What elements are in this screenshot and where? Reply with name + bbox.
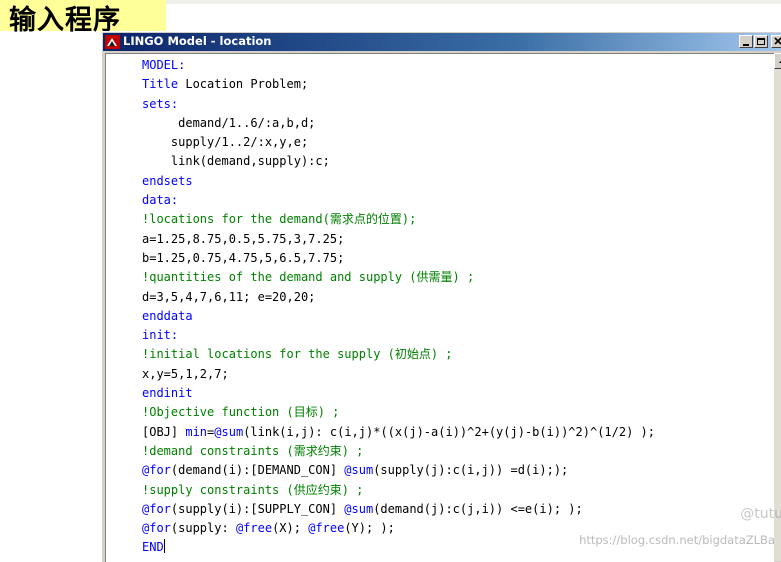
code-keyword: data:: [142, 193, 179, 208]
window-titlebar[interactable]: LINGO Model - location: [103, 33, 781, 51]
code-line: demand/1..6/:a,b,d;: [142, 114, 655, 133]
code-line: !Objective function (目标) ;: [142, 403, 655, 422]
code-text: b=1.25,0.75,4.75,5,6.5,7.75;: [142, 250, 345, 265]
code-line: !supply constraints (供应约束) ;: [142, 481, 655, 500]
code-text: (demand(i):[DEMAND_CON]: [170, 463, 345, 478]
code-text: a=1.25,8.75,0.5,5.75,3,7.25;: [142, 231, 345, 246]
code-keyword: @for: [142, 463, 171, 478]
code-keyword: MODEL:: [142, 58, 186, 72]
code-text: (supply:: [170, 521, 236, 536]
code-line: endinit: [142, 384, 655, 403]
code-line: Title Location Problem;: [142, 75, 655, 94]
code-text: (supply(j):c(i,j)) =d(i););: [373, 463, 569, 478]
code-text: (Y); );: [344, 521, 395, 536]
code-line: !initial locations for the supply (初始点) …: [142, 345, 655, 364]
slide-title-box: 输入程序: [0, 0, 166, 36]
code-line: link(demand,supply):c;: [142, 152, 655, 171]
code-line: data:: [142, 191, 655, 210]
code-comment: !initial locations for the supply (初始点) …: [142, 347, 453, 362]
code-line: !quantities of the demand and supply (供需…: [142, 268, 655, 287]
code-text: x,y=5,1,2,7;: [142, 366, 229, 381]
code-keyword: @for: [142, 501, 171, 516]
vertical-scrollbar[interactable]: [774, 53, 781, 561]
code-text: demand/1..6/:a,b,d;: [142, 115, 316, 130]
code-text: (X);: [272, 521, 309, 536]
minimize-button[interactable]: [739, 35, 753, 48]
close-icon: [774, 37, 781, 45]
scroll-up-arrow-icon: [779, 60, 781, 63]
code-line: MODEL:: [142, 56, 655, 75]
code-text: [OBJ]: [142, 424, 186, 439]
code-line: @for(demand(i):[DEMAND_CON] @sum(supply(…: [142, 461, 655, 480]
code-line: b=1.25,0.75,4.75,5,6.5,7.75;: [142, 249, 655, 268]
watermark-handle: @tutu: [740, 506, 781, 522]
slide-header-band: [166, 0, 781, 4]
code-line: @for(supply(i):[SUPPLY_CON] @sum(demand(…: [142, 500, 655, 519]
code-keyword: @for: [142, 521, 171, 536]
code-comment: !demand constraints (需求约束) ;: [142, 443, 364, 458]
code-text: Location Problem;: [178, 77, 309, 92]
minimize-icon: [743, 44, 749, 46]
code-comment: !supply constraints (供应约束) ;: [142, 482, 364, 497]
code-keyword: END: [142, 540, 164, 555]
scroll-up-button[interactable]: [774, 53, 781, 69]
code-line: enddata: [142, 307, 655, 326]
code-text: (supply(i):[SUPPLY_CON]: [170, 501, 345, 516]
code-line: !demand constraints (需求约束) ;: [142, 442, 655, 461]
code-line: [OBJ] min=@sum(link(i,j): c(i,j)*((x(j)-…: [142, 423, 655, 442]
code-keyword: @free: [235, 521, 273, 536]
code-text: (link(i,j): c(i,j)*((x(j)-a(i))^2+(y(j)-…: [243, 424, 655, 439]
code-line: @for(supply: @free(X); @free(Y); );: [142, 519, 655, 538]
watermark-url: https://blog.csdn.net/bigdataZLBa: [579, 533, 775, 547]
code-comment: !Objective function (目标) ;: [142, 405, 340, 420]
code-comment: !quantities of the demand and supply (供需…: [142, 270, 475, 285]
code-line: a=1.25,8.75,0.5,5.75,3,7.25;: [142, 230, 655, 249]
restore-button[interactable]: [754, 35, 768, 48]
code-keyword: enddata: [142, 308, 193, 323]
code-keyword: @sum: [214, 424, 244, 439]
code-line: sets:: [142, 95, 655, 114]
text-cursor: [163, 539, 165, 554]
code-keyword: init:: [142, 328, 179, 343]
code-keyword: @sum: [344, 463, 374, 478]
code-line: !locations for the demand(需求点的位置);: [142, 210, 655, 229]
code-line: supply/1..2/:x,y,e;: [142, 133, 655, 152]
code-line: init:: [142, 326, 655, 345]
code-line: d=3,5,4,7,6,11; e=20,20;: [142, 288, 655, 307]
restore-icon: [757, 38, 765, 45]
code-text: d=3,5,4,7,6,11; e=20,20;: [142, 289, 316, 304]
code-comment: !locations for the demand(需求点的位置);: [142, 212, 417, 227]
code-text: link(demand,supply):c;: [142, 154, 330, 169]
code-keyword: endinit: [142, 386, 193, 401]
window-title: LINGO Model - location: [123, 34, 272, 48]
code-keyword: sets:: [142, 96, 179, 111]
model-source-code[interactable]: MODEL: Title Location Problem; sets: deman…: [142, 56, 655, 558]
code-keyword: Title: [142, 77, 179, 92]
code-keyword: @free: [308, 521, 345, 536]
code-keyword: @sum: [344, 501, 374, 516]
code-keyword: min: [185, 424, 208, 439]
close-button[interactable]: [771, 35, 781, 48]
code-keyword: endsets: [142, 173, 193, 188]
lingo-app-icon[interactable]: [105, 35, 120, 49]
code-line: endsets: [142, 172, 655, 191]
code-text: (demand(j):c(j,i)) <=e(i); );: [373, 501, 583, 516]
code-line: x,y=5,1,2,7;: [142, 365, 655, 384]
code-text: supply/1..2/:x,y,e;: [142, 135, 309, 150]
